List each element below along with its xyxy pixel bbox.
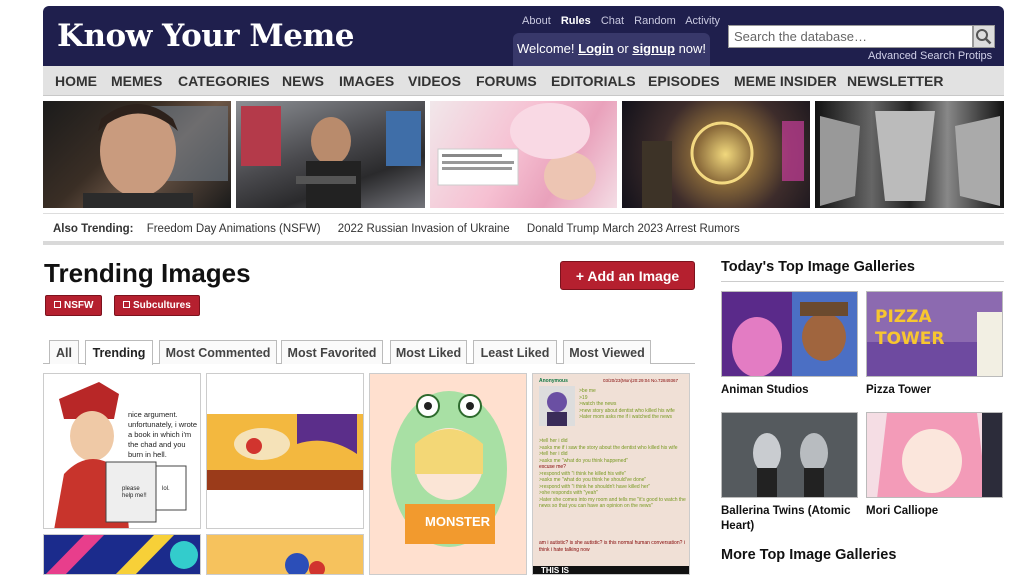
tab-trending[interactable]: Trending bbox=[85, 340, 153, 365]
nav-videos[interactable]: VIDEOS bbox=[408, 73, 461, 89]
gallery-label[interactable]: Ballerina Twins (Atomic Heart) bbox=[721, 504, 858, 534]
pizza-tower-logo: PIZZA TOWER bbox=[875, 307, 945, 349]
featured-image-1[interactable] bbox=[43, 101, 231, 208]
trending-link[interactable]: Donald Trump March 2023 Arrest Rumors bbox=[527, 223, 740, 235]
comic-book-right: lol. bbox=[162, 486, 170, 492]
tab-most-viewed[interactable]: Most Viewed bbox=[563, 340, 651, 364]
anime-thumbnail bbox=[391, 391, 507, 547]
gallery-thumb-ballerina[interactable] bbox=[721, 412, 858, 498]
page-title: Trending Images bbox=[44, 258, 251, 288]
featured-image-3[interactable] bbox=[430, 101, 617, 208]
monster-shirt-text: MONSTER bbox=[425, 514, 490, 529]
post-meta: 03/20/23(Mon)20:29:04 No.72849367 bbox=[603, 378, 679, 383]
featured-image-4[interactable] bbox=[622, 101, 810, 208]
filter-label: Subcultures bbox=[133, 300, 191, 311]
login-link[interactable]: Login bbox=[578, 41, 613, 56]
also-trending-label: Also Trending: bbox=[53, 223, 134, 235]
featured-thumbnail bbox=[642, 121, 804, 208]
post-greentext: >tell her i did >asks me if i saw the st… bbox=[539, 438, 687, 510]
gallery-thumbnail bbox=[753, 433, 828, 497]
top-links: About Rules Chat Random Activity bbox=[522, 15, 727, 27]
image-card[interactable] bbox=[43, 534, 201, 575]
image-card[interactable]: Anonymous 03/20/23(Mon)20:29:04 No.72849… bbox=[532, 373, 690, 575]
nav-episodes[interactable]: EPISODES bbox=[648, 73, 720, 89]
tab-most-liked[interactable]: Most Liked bbox=[390, 340, 467, 364]
search-input[interactable]: Search the database… bbox=[728, 25, 973, 48]
gallery-label[interactable]: Mori Calliope bbox=[866, 504, 938, 519]
nav-images[interactable]: IMAGES bbox=[339, 73, 394, 89]
main-nav: HOME MEMES CATEGORIES NEWS IMAGES VIDEOS… bbox=[43, 66, 1004, 96]
nav-forums[interactable]: FORUMS bbox=[476, 73, 537, 89]
more-galleries-title: More Top Image Galleries bbox=[721, 547, 897, 563]
site-logo[interactable]: Know Your Meme bbox=[57, 18, 354, 54]
trending-link[interactable]: 2022 Russian Invasion of Ukraine bbox=[338, 223, 510, 235]
add-image-button[interactable]: + Add an Image bbox=[560, 261, 695, 290]
welcome-now: now! bbox=[678, 41, 707, 56]
sort-tabs: All Trending Most Commented Most Favorit… bbox=[43, 340, 695, 365]
image-card[interactable] bbox=[206, 373, 364, 529]
signup-link[interactable]: signup bbox=[632, 41, 675, 56]
featured-thumbnail bbox=[820, 111, 1000, 206]
search-icon bbox=[976, 29, 992, 45]
colorful-thumbnail bbox=[45, 535, 198, 574]
comic-speech: nice argument. unfortunately, i wrote a … bbox=[128, 410, 198, 459]
gallery-thumb-animan[interactable] bbox=[721, 291, 858, 377]
tab-most-commented[interactable]: Most Commented bbox=[159, 340, 277, 364]
nav-meme-insider[interactable]: MEME INSIDER bbox=[734, 73, 837, 89]
comic-book-left: please help me!! bbox=[122, 486, 147, 499]
checkbox-icon bbox=[123, 301, 130, 308]
nav-home[interactable]: HOME bbox=[55, 73, 97, 89]
filter-subcultures[interactable]: Subcultures bbox=[114, 295, 200, 316]
tab-most-favorited[interactable]: Most Favorited bbox=[281, 340, 383, 364]
nav-editorials[interactable]: EDITORIALS bbox=[551, 73, 636, 89]
advanced-search-link[interactable]: Advanced Search Protips bbox=[868, 50, 992, 62]
also-trending-bar: Also Trending: Freedom Day Animations (N… bbox=[43, 213, 1004, 245]
nav-categories[interactable]: CATEGORIES bbox=[178, 73, 270, 89]
nav-news[interactable]: NEWS bbox=[282, 73, 324, 89]
cartoon-thumbnail bbox=[207, 414, 363, 490]
featured-thumbnail bbox=[437, 103, 596, 200]
featured-thumbnail bbox=[241, 106, 421, 208]
greentext-line: >later mom asks me if i watched the news bbox=[579, 414, 672, 420]
image-card[interactable]: MONSTER bbox=[369, 373, 527, 575]
welcome-text: Welcome! bbox=[516, 41, 575, 56]
post-greentext-top: >be me >19 >watch the news >new story ab… bbox=[579, 388, 687, 421]
featured-thumbnail bbox=[83, 104, 228, 208]
nav-newsletter[interactable]: NEWSLETTER bbox=[847, 73, 943, 89]
welcome-box: Welcome! Login or signup now! bbox=[513, 33, 710, 66]
cartoon-thumbnail bbox=[285, 553, 325, 574]
tab-least-liked[interactable]: Least Liked bbox=[473, 340, 557, 364]
featured-image-2[interactable] bbox=[236, 101, 425, 208]
gallery-label[interactable]: Animan Studios bbox=[721, 383, 809, 398]
bottom-banner: THIS IS bbox=[533, 566, 689, 574]
gallery-thumbnail bbox=[877, 413, 1002, 497]
trending-link[interactable]: Freedom Day Animations (NSFW) bbox=[147, 223, 321, 235]
site-header: Know Your Meme About Rules Chat Random A… bbox=[43, 6, 1004, 66]
gallery-thumbnail bbox=[722, 292, 857, 376]
top-link-about[interactable]: About bbox=[522, 15, 551, 27]
gallery-thumb-pizza-tower[interactable]: PIZZA TOWER bbox=[866, 291, 1003, 377]
filter-label: NSFW bbox=[64, 300, 94, 311]
image-card[interactable]: nice argument. unfortunately, i wrote a … bbox=[43, 373, 201, 529]
image-card[interactable] bbox=[206, 534, 364, 575]
top-link-random[interactable]: Random bbox=[634, 15, 676, 27]
featured-image-5[interactable] bbox=[815, 101, 1004, 208]
gallery-label[interactable]: Pizza Tower bbox=[866, 383, 931, 398]
gallery-thumb-mori[interactable] bbox=[866, 412, 1003, 498]
top-galleries-title: Today's Top Image Galleries bbox=[721, 259, 915, 275]
top-link-activity[interactable]: Activity bbox=[685, 15, 720, 27]
checkbox-icon bbox=[54, 301, 61, 308]
top-link-rules[interactable]: Rules bbox=[561, 15, 591, 27]
nav-memes[interactable]: MEMES bbox=[111, 73, 162, 89]
divider bbox=[721, 281, 1004, 282]
filter-nsfw[interactable]: NSFW bbox=[45, 295, 103, 316]
top-link-chat[interactable]: Chat bbox=[601, 15, 624, 27]
tab-all[interactable]: All bbox=[49, 340, 79, 364]
greentext-line: >later she comes into my room and tells … bbox=[539, 496, 686, 510]
search-button[interactable] bbox=[973, 25, 995, 48]
post-footer: am i autistic? is she autistic? is this … bbox=[539, 540, 685, 553]
post-author: Anonymous bbox=[539, 378, 568, 384]
post-image bbox=[539, 386, 575, 426]
welcome-or: or bbox=[617, 41, 629, 56]
